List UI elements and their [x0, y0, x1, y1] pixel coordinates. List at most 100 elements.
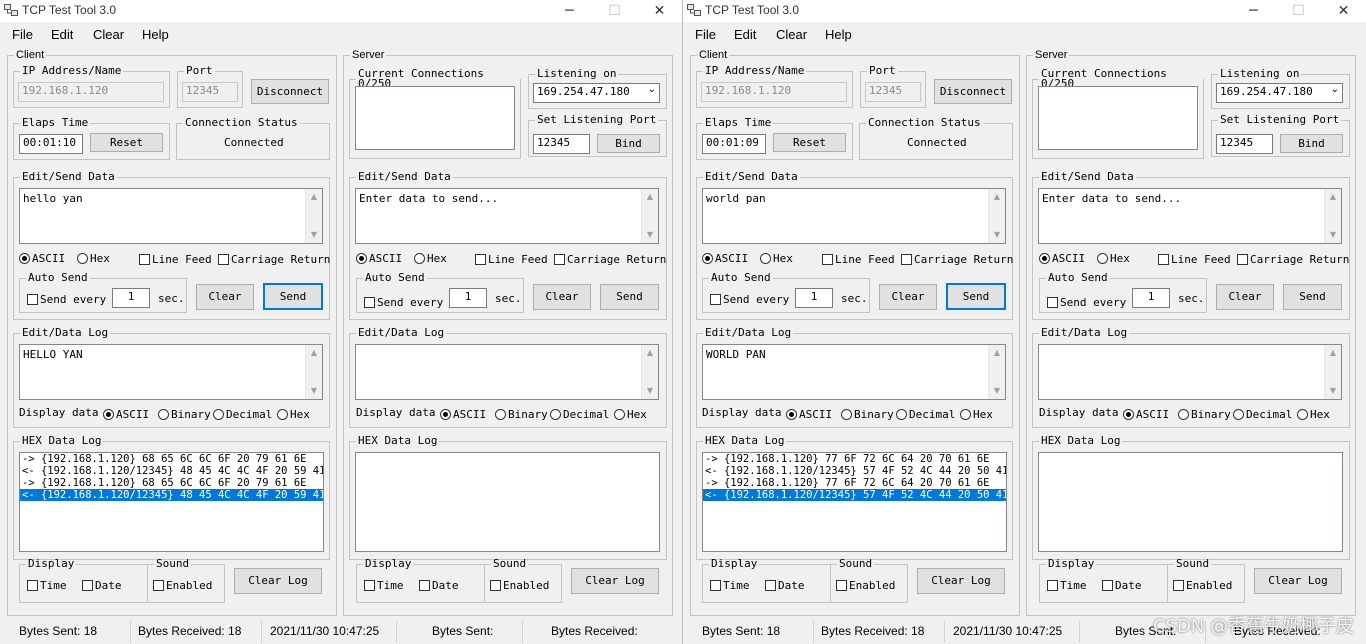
- menu-file[interactable]: File: [12, 27, 33, 42]
- send-scrollbar[interactable]: ▲ ▼: [641, 189, 658, 243]
- menu-file[interactable]: File: [695, 27, 716, 42]
- log-scrollbar[interactable]: ▲ ▼: [305, 345, 322, 399]
- time-checkbox[interactable]: Time: [710, 579, 750, 592]
- binary-radio[interactable]: Binary: [841, 408, 894, 421]
- scroll-down-icon[interactable]: ▼: [989, 227, 1005, 243]
- scroll-down-icon[interactable]: ▼: [642, 227, 658, 243]
- data-log-textarea[interactable]: HELLO YAN ▲ ▼: [19, 344, 323, 400]
- send-scrollbar[interactable]: ▲ ▼: [1324, 189, 1341, 243]
- server-send-button[interactable]: Send: [600, 284, 659, 310]
- server-data-log-textarea[interactable]: ▲ ▼: [355, 344, 659, 400]
- scroll-up-icon[interactable]: ▲: [1325, 189, 1341, 205]
- binary-radio[interactable]: Binary: [158, 408, 211, 421]
- menu-help[interactable]: Help: [825, 27, 852, 42]
- server-send-textarea[interactable]: Enter data to send... ▲ ▼: [1038, 188, 1342, 244]
- line-feed-checkbox[interactable]: Line Feed: [822, 253, 895, 266]
- data-log-textarea[interactable]: WORLD PAN ▲ ▼: [702, 344, 1006, 400]
- reset-button[interactable]: Reset: [90, 133, 163, 152]
- log-scrollbar[interactable]: ▲ ▼: [641, 345, 658, 399]
- connections-list[interactable]: [355, 86, 515, 150]
- send-button[interactable]: Send: [263, 283, 323, 310]
- server-ascii-radio[interactable]: ASCII: [356, 252, 402, 265]
- scroll-down-icon[interactable]: ▼: [306, 383, 322, 399]
- scroll-up-icon[interactable]: ▲: [306, 345, 322, 361]
- sound-enabled-checkbox[interactable]: Enabled: [153, 579, 212, 592]
- listening-ip-select[interactable]: 169.254.47.180 ⌄: [1216, 83, 1343, 103]
- server-port-field[interactable]: 12345: [1216, 134, 1273, 154]
- server-send-every-checkbox[interactable]: Send every: [1047, 296, 1126, 309]
- log-hex-radio[interactable]: Hex: [960, 408, 993, 421]
- carriage-return-checkbox[interactable]: Carriage Return: [218, 253, 330, 266]
- elaps-time-field[interactable]: 00:01:09: [702, 134, 766, 154]
- title-bar[interactable]: TCP Test Tool 3.0 ─ ☐ ✕: [683, 0, 1366, 22]
- title-bar[interactable]: TCP Test Tool 3.0 ─ ☐ ✕: [0, 0, 682, 22]
- scroll-down-icon[interactable]: ▼: [306, 227, 322, 243]
- send-interval-field[interactable]: 1: [795, 288, 833, 308]
- scroll-down-icon[interactable]: ▼: [1325, 383, 1341, 399]
- minimize-icon[interactable]: ─: [547, 0, 592, 22]
- log-ascii-radio[interactable]: ASCII: [786, 408, 832, 421]
- date-checkbox[interactable]: Date: [82, 579, 122, 592]
- server-clear-button[interactable]: Clear: [533, 284, 591, 310]
- send-scrollbar[interactable]: ▲ ▼: [988, 189, 1005, 243]
- server-send-every-checkbox[interactable]: Send every: [364, 296, 443, 309]
- server-log-ascii-radio[interactable]: ASCII: [1123, 408, 1169, 421]
- scroll-up-icon[interactable]: ▲: [306, 189, 322, 205]
- server-line-feed-checkbox[interactable]: Line Feed: [475, 253, 548, 266]
- server-send-interval-field[interactable]: 1: [1132, 288, 1170, 308]
- disconnect-button[interactable]: Disconnect: [934, 79, 1012, 104]
- server-carriage-return-checkbox[interactable]: Carriage Return: [554, 253, 666, 266]
- server-log-hex-radio[interactable]: Hex: [614, 408, 647, 421]
- decimal-radio[interactable]: Decimal: [896, 408, 955, 421]
- server-send-textarea[interactable]: Enter data to send... ▲ ▼: [355, 188, 659, 244]
- server-clear-log-button[interactable]: Clear Log: [571, 568, 659, 594]
- scroll-up-icon[interactable]: ▲: [642, 345, 658, 361]
- hex-log-line[interactable]: -> {192.168.1.120} 77 6F 72 6C 64 20 70 …: [703, 453, 1006, 465]
- server-date-checkbox[interactable]: Date: [419, 579, 459, 592]
- hex-log-line[interactable]: <- {192.168.1.120/12345} 57 4F 52 4C 44 …: [703, 465, 1006, 477]
- decimal-radio[interactable]: Decimal: [213, 408, 272, 421]
- server-send-interval-field[interactable]: 1: [449, 288, 487, 308]
- send-button[interactable]: Send: [946, 283, 1006, 310]
- line-feed-checkbox[interactable]: Line Feed: [139, 253, 212, 266]
- log-scrollbar[interactable]: ▲ ▼: [988, 345, 1005, 399]
- scroll-up-icon[interactable]: ▲: [989, 189, 1005, 205]
- carriage-return-checkbox[interactable]: Carriage Return: [901, 253, 1013, 266]
- send-every-checkbox[interactable]: Send every: [27, 293, 106, 306]
- scroll-up-icon[interactable]: ▲: [1325, 345, 1341, 361]
- ascii-radio[interactable]: ASCII: [702, 252, 748, 265]
- port-field[interactable]: 12345: [182, 82, 238, 102]
- ascii-radio[interactable]: ASCII: [19, 252, 65, 265]
- log-scrollbar[interactable]: ▲ ▼: [1324, 345, 1341, 399]
- server-ascii-radio[interactable]: ASCII: [1039, 252, 1085, 265]
- server-hex-log-list[interactable]: [1038, 452, 1343, 552]
- hex-radio[interactable]: Hex: [760, 252, 793, 265]
- menu-edit[interactable]: Edit: [51, 27, 73, 42]
- scroll-down-icon[interactable]: ▼: [1325, 227, 1341, 243]
- close-icon[interactable]: ✕: [1321, 0, 1366, 22]
- elaps-time-field[interactable]: 00:01:10: [19, 134, 83, 154]
- server-data-log-textarea[interactable]: ▲ ▼: [1038, 344, 1342, 400]
- server-binary-radio[interactable]: Binary: [1178, 408, 1231, 421]
- server-hex-log-list[interactable]: [355, 452, 660, 552]
- send-data-textarea[interactable]: world pan ▲ ▼: [702, 188, 1006, 244]
- date-checkbox[interactable]: Date: [765, 579, 805, 592]
- bind-button[interactable]: Bind: [597, 134, 660, 153]
- scroll-down-icon[interactable]: ▼: [642, 383, 658, 399]
- maximize-icon[interactable]: ☐: [1276, 0, 1321, 22]
- server-log-ascii-radio[interactable]: ASCII: [440, 408, 486, 421]
- reset-button[interactable]: Reset: [773, 133, 846, 152]
- server-line-feed-checkbox[interactable]: Line Feed: [1158, 253, 1231, 266]
- scroll-down-icon[interactable]: ▼: [989, 383, 1005, 399]
- hex-log-line[interactable]: <- {192.168.1.120/12345} 48 45 4C 4C 4F …: [20, 465, 323, 477]
- maximize-icon[interactable]: ☐: [592, 0, 637, 22]
- server-binary-radio[interactable]: Binary: [495, 408, 548, 421]
- hex-log-line[interactable]: -> {192.168.1.120} 68 65 6C 6C 6F 20 79 …: [20, 477, 323, 489]
- server-log-hex-radio[interactable]: Hex: [1297, 408, 1330, 421]
- server-hex-radio[interactable]: Hex: [414, 252, 447, 265]
- server-clear-log-button[interactable]: Clear Log: [1254, 568, 1342, 594]
- send-every-checkbox[interactable]: Send every: [710, 293, 789, 306]
- scroll-up-icon[interactable]: ▲: [642, 189, 658, 205]
- hex-log-list[interactable]: -> {192.168.1.120} 68 65 6C 6C 6F 20 79 …: [19, 452, 324, 552]
- time-checkbox[interactable]: Time: [27, 579, 67, 592]
